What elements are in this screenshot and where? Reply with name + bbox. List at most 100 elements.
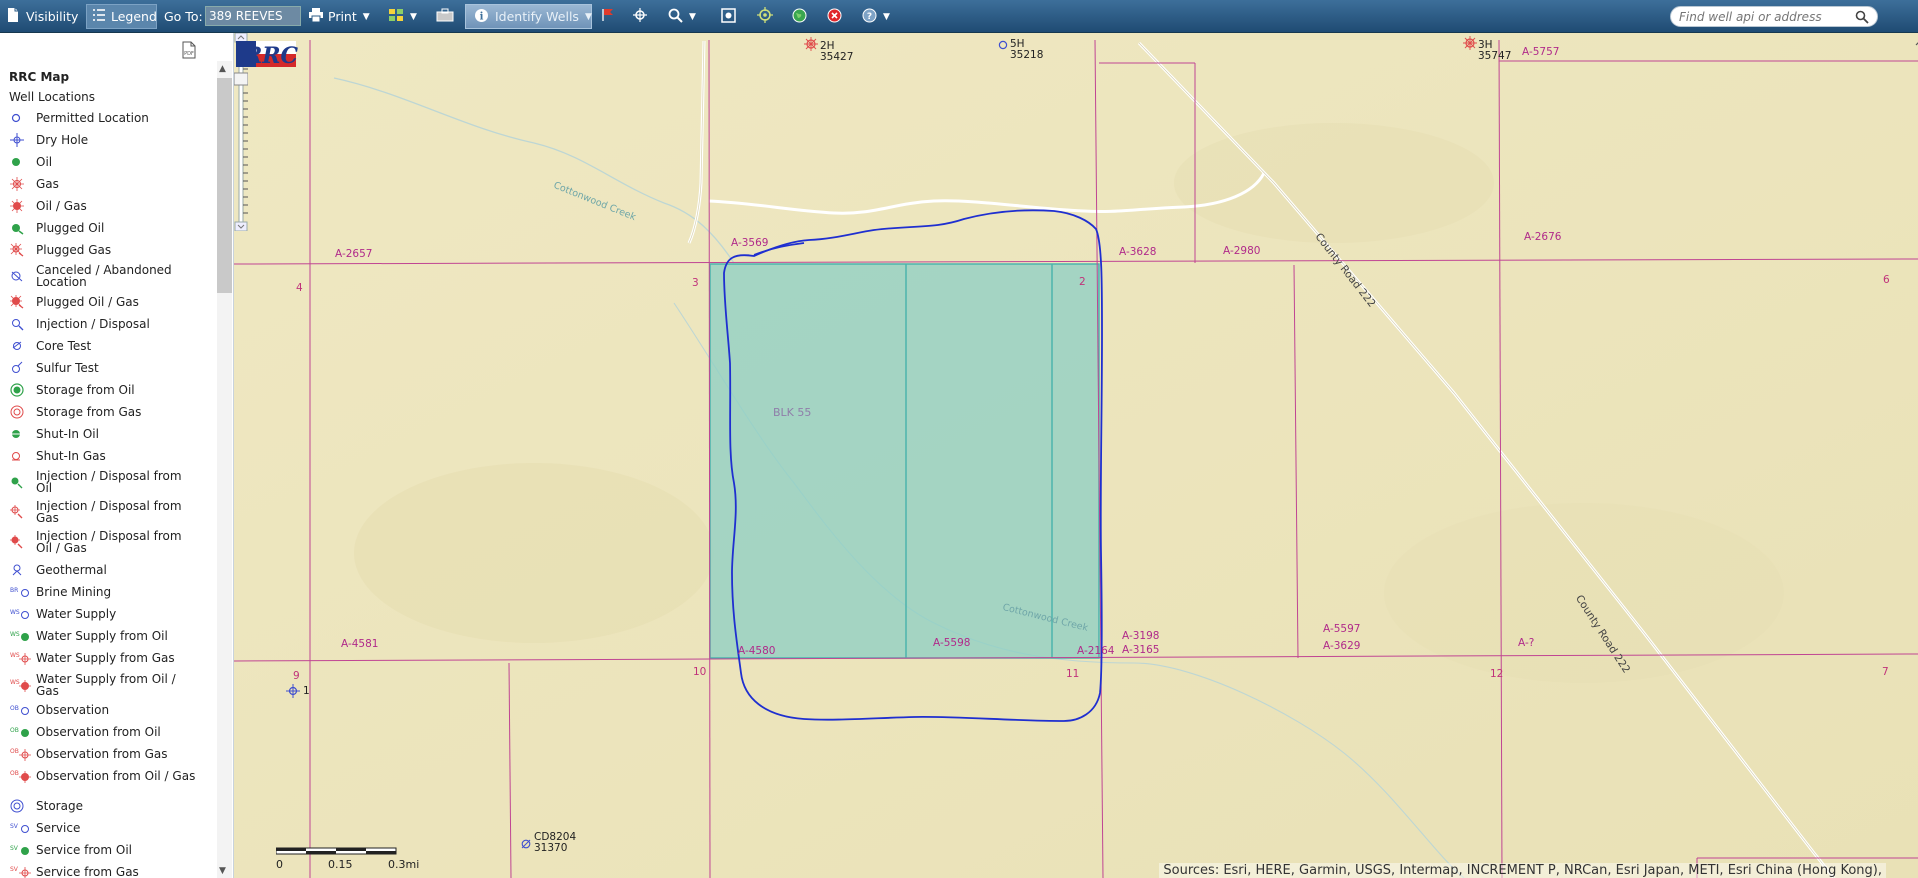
legend-item-label: Service from Gas: [36, 865, 139, 878]
svg-text:SV: SV: [10, 823, 19, 830]
legend-item-label: Observation from Oil: [36, 725, 161, 739]
shut-in-oil-icon: [6, 427, 36, 441]
well-2h-marker: [804, 37, 818, 51]
zoom-button[interactable]: ▼: [668, 4, 696, 29]
svg-text:OB: OB: [10, 727, 19, 734]
well-label: 3H 35747: [1478, 39, 1512, 62]
svg-text:OB: OB: [10, 770, 19, 777]
pdf-icon[interactable]: PDF: [181, 41, 197, 62]
legend-item: OB Observation from Gas: [6, 747, 202, 761]
svg-text:WS: WS: [10, 609, 20, 616]
section-number: 7: [1882, 666, 1889, 678]
abstract-label: A-4580: [738, 645, 776, 657]
plugged-gas-icon: [6, 243, 36, 257]
legend-item: Injection / Disposal from Oil: [6, 470, 202, 494]
legend-subtitle: Well Locations: [9, 90, 96, 104]
legend-item-label: Shut-In Oil: [36, 427, 99, 441]
legend-item: Storage: [6, 799, 202, 813]
legend-title: RRC Map: [9, 70, 70, 84]
map-view[interactable]: A-2657 A-3569 A-3628 A-2980 A-2676 A-575…: [234, 33, 1918, 878]
storage-oil-icon: [6, 383, 36, 397]
legend-button[interactable]: Legend: [86, 4, 157, 29]
legend-label: Legend: [111, 9, 157, 24]
svg-text:i: i: [480, 11, 484, 22]
legend-item-label: Permitted Location: [36, 111, 149, 125]
globe-button[interactable]: [792, 4, 807, 29]
section-number: 2: [1079, 276, 1086, 288]
chevron-down-icon: ▼: [689, 11, 696, 22]
goto-label: Go To:: [164, 9, 203, 24]
legend-item: Canceled / Abandoned Location: [6, 264, 202, 288]
legend-item: Injection / Disposal from Gas: [6, 500, 202, 524]
plugged-oil-icon: [6, 221, 36, 235]
scroll-down-icon[interactable]: ▼: [219, 866, 226, 876]
oil-icon: [6, 155, 36, 169]
injection-oil-icon: [6, 475, 36, 489]
pan-button[interactable]: [633, 4, 647, 29]
well-label: CD8204 31370: [534, 831, 577, 854]
legend-item-label: Water Supply: [36, 607, 117, 621]
section-number: 9: [293, 670, 300, 682]
legend-item: WS Water Supply: [6, 607, 202, 621]
abstract-label: A-5757: [1522, 46, 1560, 58]
legend-item-label: Gas: [36, 177, 59, 191]
list-icon: [92, 8, 106, 25]
abstract-label: A-3628: [1119, 246, 1157, 258]
search-icon[interactable]: [1855, 10, 1869, 27]
scale-label: 0.3mi: [388, 858, 420, 871]
block-label: BLK 55: [773, 406, 812, 419]
scroll-up-icon[interactable]: ▲: [219, 64, 226, 74]
service-icon: SV: [6, 821, 36, 835]
visibility-label: Visibility: [26, 9, 79, 24]
print-label: Print: [328, 9, 357, 24]
legend-item-label: Storage from Gas: [36, 405, 142, 419]
identify-wells-label: Identify Wells: [495, 9, 579, 24]
abstract-label: A-?: [1518, 637, 1535, 649]
legend-item-label: Injection / Disposal: [36, 317, 150, 331]
print-button[interactable]: Print ▼: [308, 4, 370, 29]
injection-gas-icon: [6, 505, 36, 519]
clear-button[interactable]: [827, 4, 842, 29]
visibility-button[interactable]: Visibility: [6, 4, 84, 29]
oil-gas-icon: [6, 199, 36, 213]
legend-item: OB Observation from Oil / Gas: [6, 769, 202, 783]
legend-item: WS Water Supply from Oil: [6, 629, 202, 643]
locate-button[interactable]: [757, 4, 773, 29]
legend-item-label: Observation from Oil / Gas: [36, 769, 196, 783]
scale-label: 0: [276, 858, 283, 871]
legend-item-label: Water Supply from Gas: [36, 651, 175, 665]
legend-item: Plugged Oil / Gas: [6, 295, 202, 309]
flag-button[interactable]: [601, 4, 615, 29]
abstract-label: A-3165: [1122, 644, 1160, 656]
legend-item: Geothermal: [6, 563, 202, 577]
legend-item-label: Plugged Gas: [36, 243, 112, 257]
full-extent-button[interactable]: [721, 4, 736, 29]
sulfur-test-icon: [6, 361, 36, 375]
goto-input[interactable]: [205, 6, 301, 26]
canceled-location-icon: [6, 269, 36, 283]
legend-item-label: Injection / Disposal from Gas: [36, 499, 182, 525]
legend-item-label: Injection / Disposal from Oil / Gas: [36, 529, 182, 555]
tools-button[interactable]: [436, 4, 454, 29]
legend-item: Oil / Gas: [6, 199, 202, 213]
basemap-button[interactable]: ▼: [388, 4, 417, 29]
identify-wells-button[interactable]: i Identify Wells ▼: [465, 4, 592, 29]
well-search-input[interactable]: [1679, 7, 1859, 26]
chevron-down-icon: ▼: [584, 11, 592, 22]
grid-icon: [388, 8, 404, 25]
help-button[interactable]: ? ▼: [862, 4, 890, 29]
water-supply-oil-icon: WS: [6, 629, 36, 643]
legend-item-label: Storage: [36, 799, 83, 813]
legend-scrollbar-thumb[interactable]: [217, 78, 232, 293]
legend-item-label: Storage from Oil: [36, 383, 135, 397]
legend-item: WS Water Supply from Oil / Gas: [6, 673, 202, 697]
printer-icon: [308, 8, 324, 25]
svg-text:SV: SV: [10, 845, 19, 852]
flag-icon: [601, 8, 615, 25]
storage-icon: [6, 799, 36, 813]
legend-item: Sulfur Test: [6, 361, 202, 375]
service-gas-icon: SV: [6, 865, 36, 878]
document-icon: [6, 7, 20, 26]
legend-item: Gas: [6, 177, 202, 191]
legend-item-label: Water Supply from Oil / Gas: [36, 672, 176, 698]
